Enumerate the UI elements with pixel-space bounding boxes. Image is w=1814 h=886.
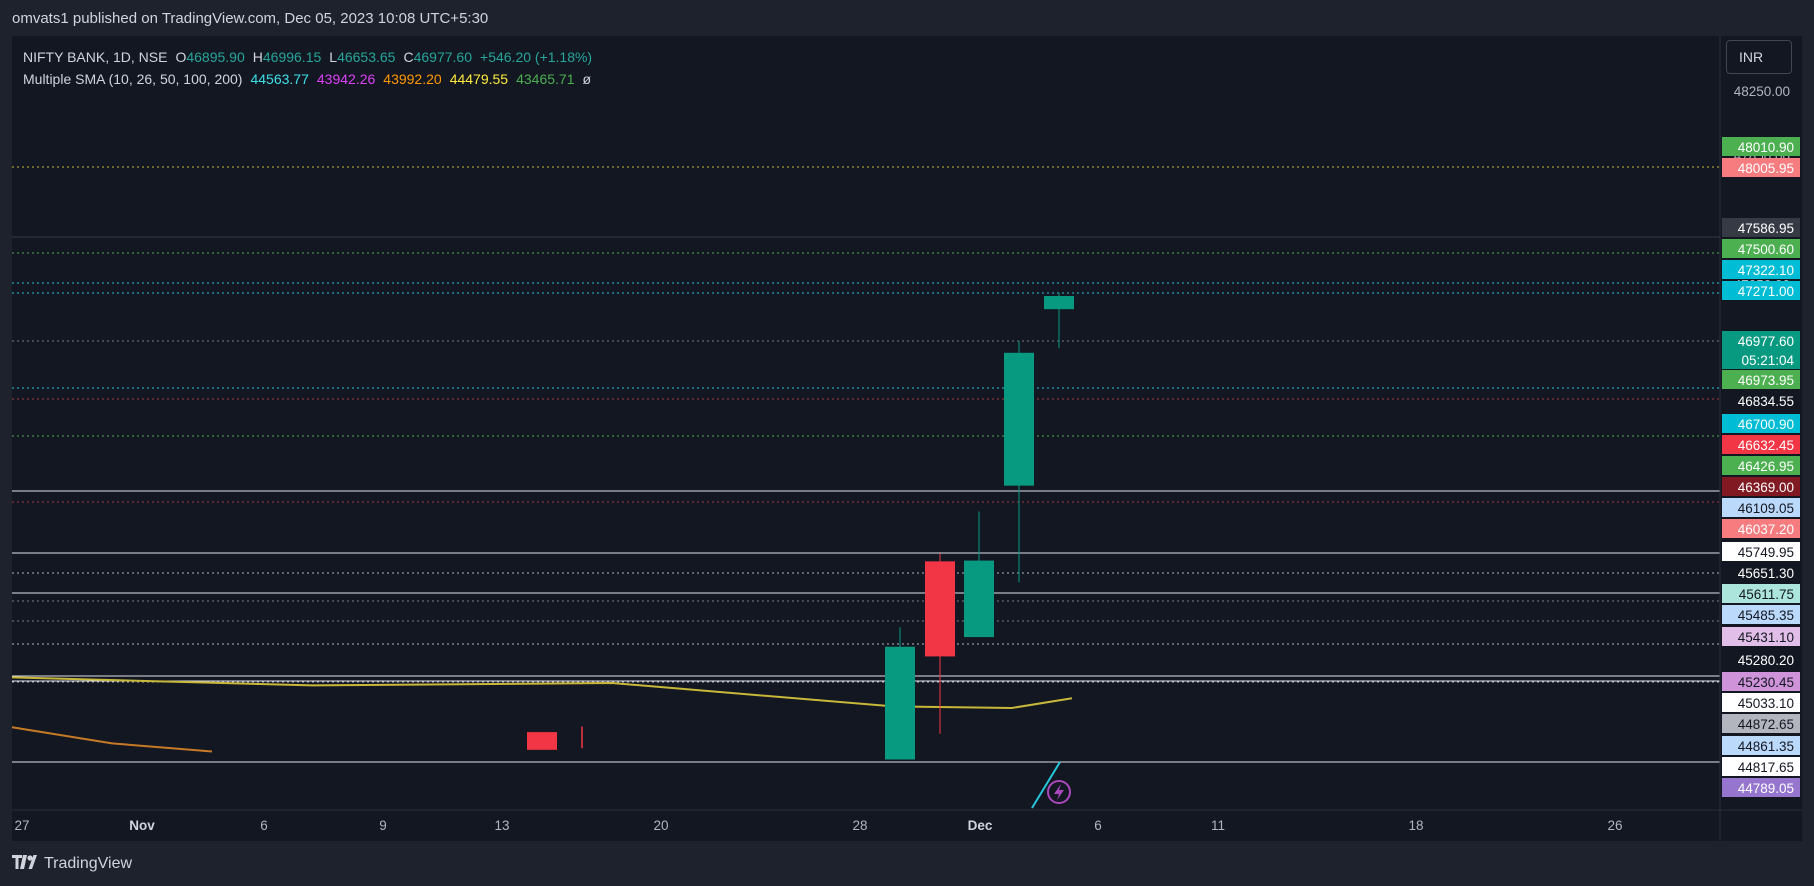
sma-indicator-label[interactable]: Multiple SMA (10, 26, 50, 100, 200) (23, 68, 242, 90)
price-label-20: 45431.10 (1738, 630, 1794, 645)
price-label-18: 45611.75 (1739, 587, 1794, 602)
change-value: +546.20 (+1.18%) (480, 49, 593, 65)
high-value: 46996.15 (262, 49, 322, 65)
footer: TradingView (12, 849, 132, 876)
open-value: 46895.90 (186, 49, 245, 65)
low-key: L (329, 49, 338, 65)
price-label-25: 44861.35 (1738, 739, 1794, 754)
price-label-17: 45651.30 (1738, 566, 1794, 581)
price-label-16: 45749.95 (1738, 545, 1794, 560)
price-label-26: 44817.65 (1738, 760, 1794, 775)
x-tick-10: 18 (1408, 818, 1423, 833)
price-label-22: 45230.45 (1738, 675, 1794, 690)
sma-value-2: 43992.20 (383, 71, 442, 87)
price-label-24: 44872.65 (1738, 717, 1794, 732)
high-key: H (252, 49, 263, 65)
lightning-icon[interactable] (1031, 761, 1071, 809)
candle-body-2 (964, 560, 994, 638)
price-chart-svg[interactable]: 48500.0048250.0047850.0047050.0048010.90… (0, 0, 1814, 886)
sma-value-0: 44563.77 (250, 71, 309, 87)
tradingview-brand[interactable]: TradingView (44, 855, 132, 873)
x-tick-4: 13 (494, 818, 509, 833)
symbol-label[interactable]: NIFTY BANK, 1D, NSE (23, 46, 167, 68)
partial-candle-0 (527, 732, 557, 750)
candle-body-4 (1044, 296, 1074, 310)
x-tick-1: Nov (129, 818, 155, 833)
empty-symbol: ø (582, 71, 592, 87)
price-label-3: 47500.60 (1738, 242, 1794, 257)
price-label-7: 05:21:04 (1741, 353, 1794, 368)
x-tick-8: 6 (1094, 818, 1102, 833)
price-label-23: 45033.10 (1738, 696, 1794, 711)
x-axis-area (12, 810, 1802, 841)
x-tick-9: 11 (1211, 818, 1225, 833)
price-label-19: 45485.35 (1738, 608, 1794, 623)
price-label-13: 46369.00 (1738, 480, 1794, 495)
price-label-4: 47322.10 (1738, 263, 1794, 278)
price-label-6: 46977.60 (1738, 334, 1794, 349)
close-key: C (403, 49, 414, 65)
price-label-5: 47271.00 (1738, 284, 1794, 299)
price-label-21: 45280.20 (1738, 653, 1794, 668)
low-value: 46653.65 (337, 49, 396, 65)
ohlc-row: NIFTY BANK, 1D, NSE O46895.90 H46996.15 … (23, 46, 592, 68)
chart-legend: NIFTY BANK, 1D, NSE O46895.90 H46996.15 … (23, 46, 592, 90)
x-tick-0: 27 (14, 818, 29, 833)
open-key: O (175, 49, 187, 65)
x-tick-2: 6 (260, 818, 268, 833)
price-label-27: 44789.05 (1738, 781, 1794, 796)
price-label-0: 48010.90 (1738, 140, 1794, 155)
price-label-14: 46109.05 (1738, 501, 1794, 516)
price-label-12: 46426.95 (1738, 459, 1794, 474)
price-label-9: 46834.55 (1738, 394, 1794, 409)
y-tick-1: 48250.00 (1734, 84, 1790, 99)
x-tick-11: 26 (1607, 818, 1622, 833)
sma-row: Multiple SMA (10, 26, 50, 100, 200) 4456… (23, 68, 592, 90)
price-label-15: 46037.20 (1738, 522, 1794, 537)
x-tick-3: 9 (379, 818, 387, 833)
sma-value-4: 43465.71 (516, 71, 575, 87)
tradingview-logo-icon[interactable] (12, 849, 38, 873)
price-label-8: 46973.95 (1738, 373, 1794, 388)
candle-body-1 (925, 561, 955, 657)
sma-line-1 (11, 726, 213, 753)
sma-value-1: 43942.26 (316, 71, 376, 87)
sma-value-3: 44479.55 (449, 71, 509, 87)
candle-body-3 (1004, 352, 1034, 486)
price-label-11: 46632.45 (1738, 438, 1794, 453)
x-tick-7: Dec (968, 818, 993, 833)
price-label-1: 48005.95 (1738, 161, 1794, 176)
currency-button[interactable]: INR (1726, 40, 1792, 74)
sma-values: 44563.77 43942.26 43992.20 44479.55 43465.71 (250, 68, 574, 90)
x-tick-5: 20 (653, 818, 668, 833)
candle-body-0 (885, 646, 915, 760)
close-value: 46977.60 (413, 49, 473, 65)
price-label-10: 46700.90 (1738, 417, 1794, 432)
price-label-2: 47586.95 (1738, 221, 1794, 236)
x-tick-6: 28 (852, 818, 867, 833)
